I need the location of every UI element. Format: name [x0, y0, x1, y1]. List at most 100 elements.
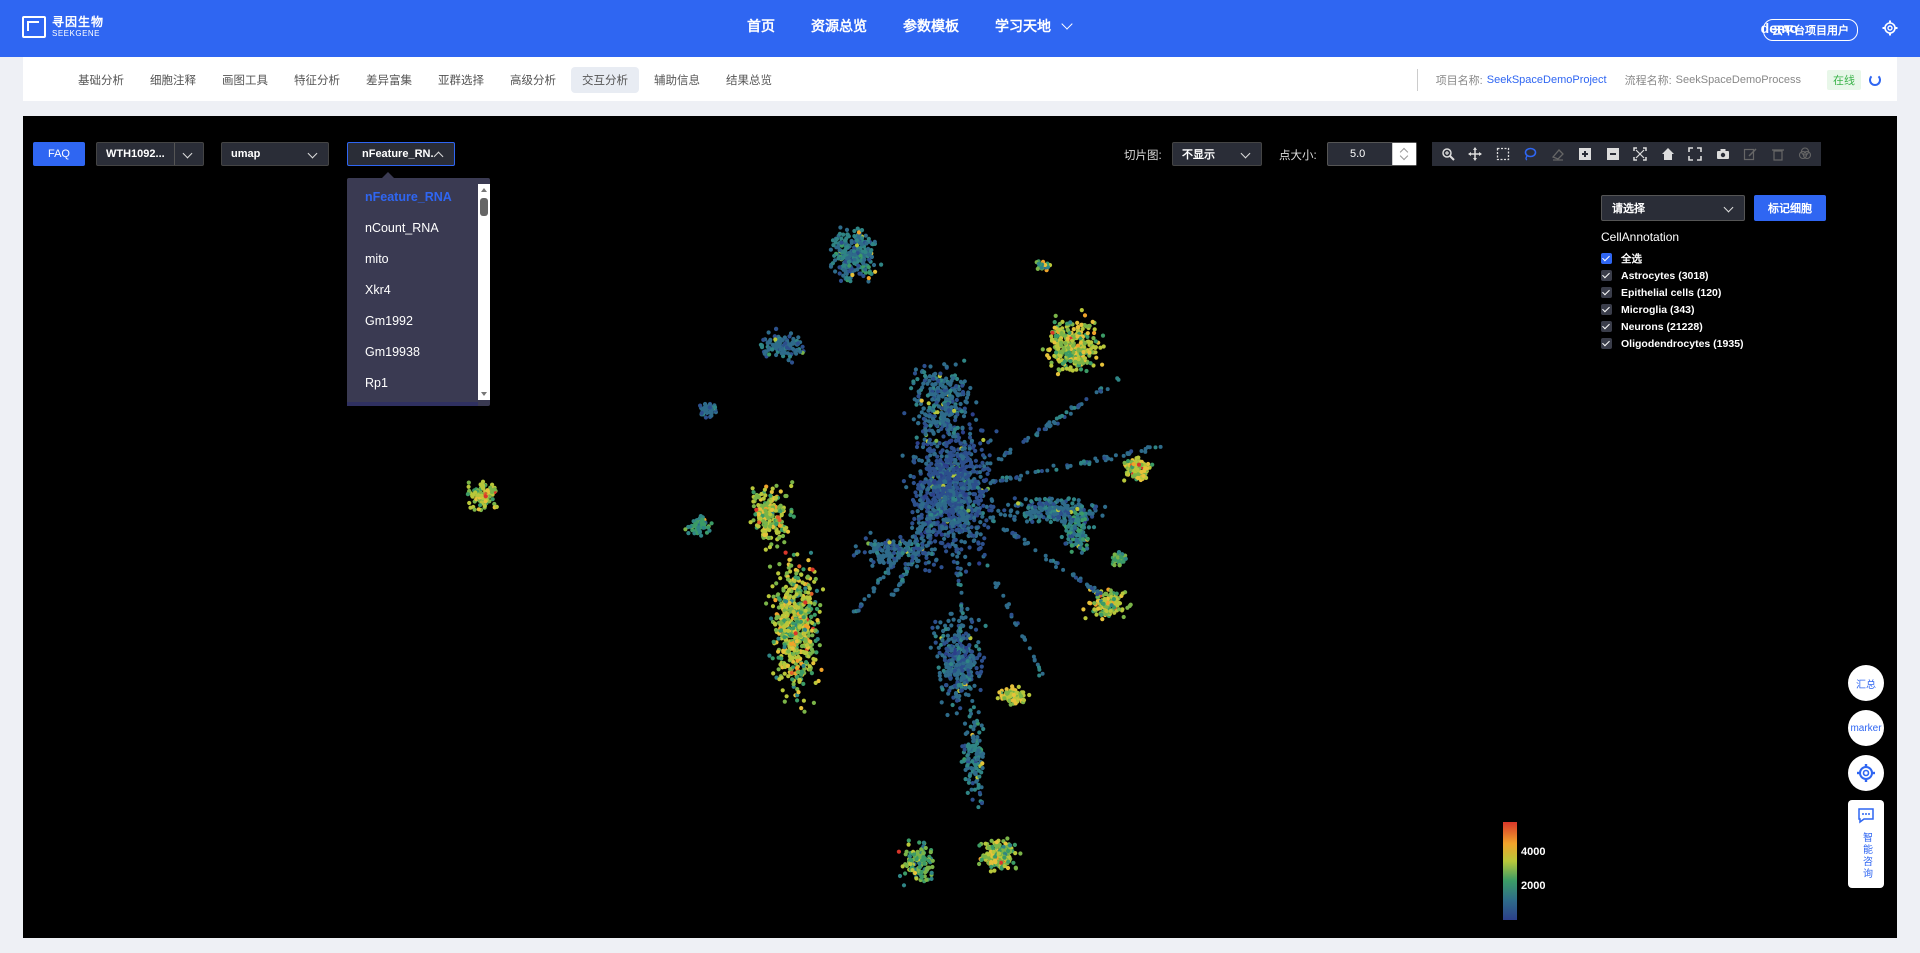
cell-point	[914, 564, 920, 569]
refresh-icon[interactable]	[1869, 74, 1881, 86]
tab-feature-analysis[interactable]: 特征分析	[283, 67, 351, 93]
tab-aux-info[interactable]: 辅助信息	[643, 67, 711, 93]
cell-point	[798, 349, 803, 354]
cell-point	[977, 647, 982, 652]
cell-point	[791, 626, 796, 631]
cell-point	[917, 861, 922, 866]
scroll-thumb[interactable]	[480, 198, 488, 216]
cell-point	[968, 625, 974, 630]
slice-select[interactable]: 不显示	[1172, 142, 1262, 166]
cell-point	[949, 457, 954, 462]
dropdown-scrollbar[interactable]	[478, 184, 490, 400]
tab-results-overview[interactable]: 结果总览	[715, 67, 783, 93]
cell-point	[1060, 413, 1065, 418]
cell-point	[1121, 453, 1126, 458]
cell-point	[901, 883, 907, 888]
cell-point	[1012, 517, 1017, 522]
cell-point	[1016, 684, 1021, 690]
cell-point	[957, 510, 962, 515]
sample-select[interactable]: WTH1092...	[96, 142, 204, 166]
cell-point	[1066, 511, 1071, 516]
cell-point	[1037, 518, 1042, 523]
feature-select[interactable]: nFeature_RN.	[347, 142, 455, 166]
cell-point	[954, 397, 959, 403]
nav-learning[interactable]: 学习天地	[995, 16, 1073, 36]
cell-point	[1093, 339, 1098, 344]
cell-point	[1027, 646, 1032, 651]
cell-point	[1116, 377, 1121, 382]
settings-gear-icon[interactable]	[1882, 20, 1898, 36]
divider	[1416, 69, 1418, 91]
cell-point	[785, 663, 790, 669]
dropdown-option[interactable]: Gm19938	[347, 337, 490, 368]
nav-templates[interactable]: 参数模板	[903, 16, 959, 36]
dropdown-option[interactable]: nFeature_RNA	[347, 182, 490, 213]
cell-point	[922, 480, 928, 485]
nav-resources[interactable]: 资源总览	[811, 16, 867, 36]
faq-button[interactable]: FAQ	[33, 142, 85, 166]
cell-point	[888, 563, 893, 568]
reduction-select[interactable]: umap	[221, 142, 329, 166]
tab-advanced-analysis[interactable]: 高级分析	[499, 67, 567, 93]
chevron-down-icon	[1061, 18, 1073, 30]
cell-point	[924, 877, 929, 883]
dropdown-option[interactable]: nCount_RNA	[347, 213, 490, 244]
cell-point	[808, 614, 814, 619]
scroll-up-arrow-icon[interactable]	[481, 188, 487, 192]
tab-plot-tools[interactable]: 画图工具	[211, 67, 279, 93]
cell-point	[1047, 507, 1052, 512]
cell-point	[964, 631, 968, 636]
cell-point	[751, 504, 757, 509]
tab-cell-annotation[interactable]: 细胞注释	[139, 67, 207, 93]
cell-point	[859, 228, 865, 233]
cell-point	[932, 631, 937, 636]
tab-basic-analysis[interactable]: 基础分析	[67, 67, 135, 93]
nav-home[interactable]: 首页	[747, 16, 775, 36]
cell-point	[807, 603, 812, 608]
dropdown-option[interactable]: Rp1	[347, 368, 490, 399]
cell-point	[941, 668, 946, 673]
cell-point	[954, 698, 960, 703]
cell-point	[1054, 565, 1058, 569]
cell-point	[1013, 851, 1018, 856]
cell-point	[977, 843, 982, 848]
cell-point	[962, 747, 967, 752]
cell-point	[906, 842, 911, 847]
cell-point	[703, 401, 708, 407]
scroll-down-arrow-icon[interactable]	[481, 392, 487, 396]
cell-point	[837, 271, 842, 276]
cell-point	[863, 536, 868, 541]
tab-diff-enrichment[interactable]: 差异富集	[355, 67, 423, 93]
cell-point	[963, 399, 968, 404]
cell-point	[1075, 506, 1080, 512]
dropdown-option[interactable]: Gm1992	[347, 306, 490, 337]
project-name-link[interactable]: SeekSpaceDemoProject	[1487, 74, 1607, 86]
cell-point	[774, 495, 779, 500]
cell-point	[962, 540, 968, 545]
cell-point	[1055, 498, 1060, 503]
cell-point	[972, 508, 977, 513]
cell-point	[1136, 472, 1141, 477]
cell-point	[947, 396, 952, 401]
cell-point	[1059, 511, 1064, 516]
cell-point	[911, 480, 916, 486]
tab-interactive-analysis[interactable]: 交互分析	[571, 67, 639, 93]
cell-point	[853, 544, 858, 549]
cell-point	[974, 752, 979, 757]
cell-point	[959, 623, 964, 628]
cell-point	[969, 438, 975, 443]
cell-point	[856, 263, 861, 268]
cell-point	[802, 631, 807, 636]
seekgene-logo[interactable]: 寻因生物 SEEKGENE	[22, 16, 104, 38]
cell-point	[868, 530, 873, 535]
cell-point	[861, 261, 866, 266]
cell-point	[777, 677, 782, 682]
tab-subcluster[interactable]: 亚群选择	[427, 67, 495, 93]
slice-label: 切片图:	[1124, 150, 1162, 162]
cell-point	[767, 545, 773, 550]
dropdown-option[interactable]: Xkr4	[347, 275, 490, 306]
cell-point	[874, 550, 880, 555]
cell-point	[910, 554, 915, 559]
cell-point	[763, 521, 769, 526]
dropdown-option[interactable]: mito	[347, 244, 490, 275]
